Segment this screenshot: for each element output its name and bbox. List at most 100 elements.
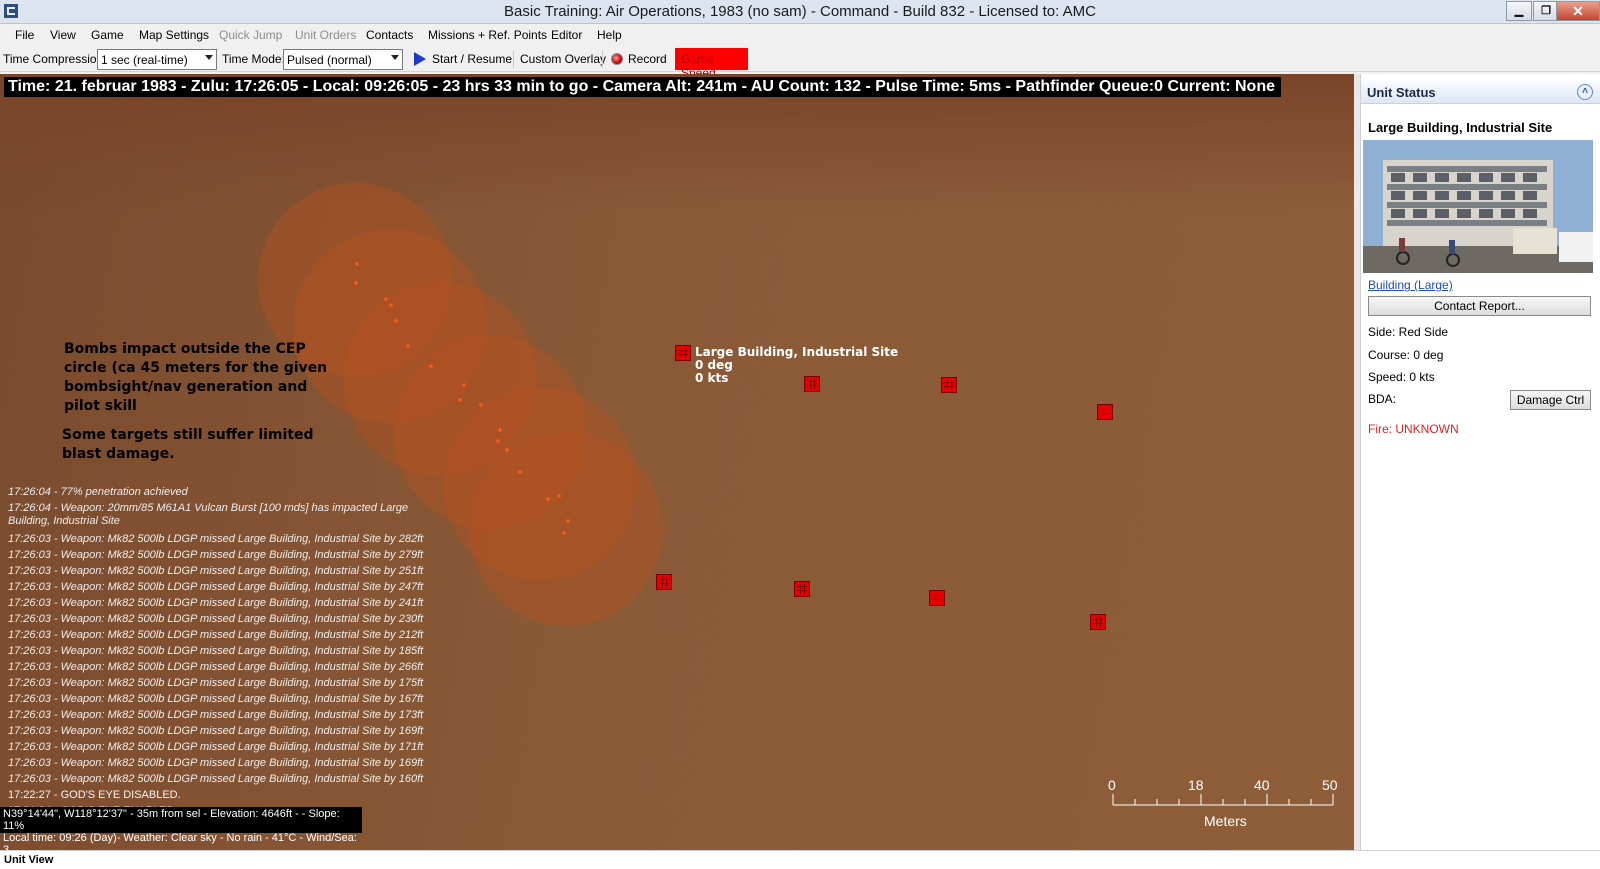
bomb-impact-dot — [557, 494, 561, 498]
cursor-info-box: N39°14'44", W118°12'37" - 35m from sel -… — [0, 807, 362, 850]
log-entry: 17:26:03 - Weapon: Mk82 500lb LDGP misse… — [8, 565, 424, 577]
play-icon[interactable] — [414, 52, 426, 66]
log-entry: 17:26:03 - Weapon: Mk82 500lb LDGP misse… — [8, 709, 424, 721]
cursor-coordinates: N39°14'44", W118°12'37" - 35m from sel -… — [3, 808, 340, 832]
damage-ctrl-button[interactable]: Damage Ctrl — [1510, 390, 1591, 410]
bomb-impact-dot — [546, 497, 550, 501]
annotation-line: bombsight/nav generation and — [64, 379, 308, 395]
bomb-impact-dot — [355, 262, 359, 266]
bomb-impact-dot — [496, 439, 500, 443]
menu-game[interactable]: Game — [91, 28, 124, 42]
time-compression-select[interactable]: 1 sec (real-time) — [97, 49, 217, 70]
time-mode-select[interactable]: Pulsed (normal) — [283, 49, 403, 70]
log-entry: 17:26:03 - Weapon: Mk82 500lb LDGP misse… — [8, 597, 424, 609]
menu-quick-jump[interactable]: Quick Jump — [219, 28, 282, 42]
contact-report-button[interactable]: Contact Report... — [1368, 296, 1591, 316]
log-entry: 17:26:03 - Weapon: Mk82 500lb LDGP misse… — [8, 757, 424, 769]
target-building[interactable] — [656, 574, 672, 590]
log-entry: 17:26:04 - Weapon: 20mm/85 M61A1 Vulcan … — [8, 502, 409, 527]
unit-map-label: Large Building, Industrial Site 0 deg 0 … — [695, 346, 898, 385]
unit-label-speed: 0 kts — [695, 371, 729, 385]
menu-file[interactable]: File — [15, 28, 34, 42]
chevron-down-icon — [391, 55, 399, 60]
unit-photo — [1363, 140, 1593, 273]
unit-bda: BDA: — [1368, 392, 1397, 406]
unit-fire-status: Fire: UNKNOWN — [1368, 422, 1459, 436]
menu-help[interactable]: Help — [597, 28, 622, 42]
annotation-line: blast damage. — [62, 446, 175, 462]
record-button[interactable]: Record — [628, 52, 667, 66]
menu-view[interactable]: View — [50, 28, 76, 42]
window-title: Basic Training: Air Operations, 1983 (no… — [504, 3, 1096, 20]
menu-unit-orders[interactable]: Unit Orders — [295, 28, 356, 42]
chevron-down-icon — [205, 55, 213, 60]
title-bar: Basic Training: Air Operations, 1983 (no… — [0, 0, 1600, 24]
time-mode-value: Pulsed (normal) — [287, 53, 372, 67]
bomb-impact-dot — [479, 403, 483, 407]
unit-view-bar: Unit View — [0, 850, 1600, 869]
target-building-selected[interactable] — [675, 345, 691, 361]
bomb-impact-dot — [384, 297, 388, 301]
menu-editor[interactable]: Editor — [551, 28, 582, 42]
unit-view-label[interactable]: Unit View — [4, 854, 53, 866]
log-entry: 17:26:03 - Weapon: Mk82 500lb LDGP misse… — [8, 741, 424, 753]
log-entry: 17:26:04 - 77% penetration achieved — [8, 486, 188, 498]
bomb-impact-dot — [462, 383, 466, 387]
map-scale-bar: 0 18 40 50 Meters — [1108, 777, 1342, 833]
target-building[interactable] — [794, 581, 810, 597]
chevron-up-icon[interactable]: ˄ — [1577, 84, 1593, 100]
bomb-impact-dot — [429, 364, 433, 368]
log-entry: 17:26:03 - Weapon: Mk82 500lb LDGP misse… — [8, 533, 424, 545]
bomb-impact-dot — [562, 531, 566, 535]
scale-unit-label: Meters — [1204, 813, 1247, 829]
cursor-weather: Local time: 09:26 (Day)- Weather: Clear … — [3, 832, 357, 850]
target-building[interactable] — [929, 590, 945, 606]
unit-type-link[interactable]: Building (Large) — [1368, 278, 1453, 292]
bomb-impact-dot — [354, 281, 358, 285]
unit-name: Large Building, Industrial Site — [1368, 120, 1553, 135]
message-log: 17:26:04 - 77% penetration achieved 17:2… — [8, 486, 448, 819]
log-entry: 17:26:03 - Weapon: Mk82 500lb LDGP misse… — [8, 661, 424, 673]
start-resume-button[interactable]: Start / Resume — [432, 52, 512, 66]
target-building[interactable] — [1090, 614, 1106, 630]
annotation-line: pilot skill — [64, 398, 137, 414]
minimize-button[interactable]: ▁ — [1506, 1, 1532, 21]
game-speed-button[interactable]: Game Speed — [675, 48, 748, 80]
bomb-impact-dot — [389, 303, 393, 307]
log-entry: 17:26:03 - Weapon: Mk82 500lb LDGP misse… — [8, 693, 424, 705]
bomb-impact-dot — [498, 428, 502, 432]
annotation-line: Bombs impact outside the CEP — [64, 341, 306, 357]
toolbar-divider — [513, 50, 514, 68]
custom-overlay-button[interactable]: Custom Overlay — [520, 52, 606, 66]
toolbar: Time Compression: 1 sec (real-time) Time… — [0, 46, 1600, 80]
unit-status-title: Unit Status — [1367, 85, 1436, 100]
bomb-impact-dot — [566, 519, 570, 523]
time-mode-label: Time Mode: — [222, 52, 285, 66]
scale-ruler — [1112, 794, 1334, 806]
log-entry: 17:26:03 - Weapon: Mk82 500lb LDGP misse… — [8, 677, 424, 689]
menu-contacts[interactable]: Contacts — [366, 28, 413, 42]
menu-map-settings[interactable]: Map Settings — [139, 28, 209, 42]
log-entry: 17:26:03 - Weapon: Mk82 500lb LDGP misse… — [8, 645, 424, 657]
log-entry: 17:26:03 - Weapon: Mk82 500lb LDGP misse… — [8, 581, 424, 593]
menu-missions[interactable]: Missions + Ref. Points — [428, 28, 547, 42]
unit-speed: Speed: 0 kts — [1368, 370, 1435, 384]
toolbar-divider — [602, 50, 603, 68]
unit-status-panel: Unit Status ˄ Large Building, Industrial… — [1360, 74, 1600, 850]
log-entry: 17:26:03 - Weapon: Mk82 500lb LDGP misse… — [8, 629, 424, 641]
log-entry: 17:26:03 - Weapon: Mk82 500lb LDGP misse… — [8, 613, 424, 625]
close-button[interactable]: ✕ — [1556, 1, 1600, 21]
bomb-impact-dot — [518, 470, 522, 474]
log-entry: 17:26:03 - Weapon: Mk82 500lb LDGP misse… — [8, 725, 424, 737]
cep-circle — [469, 432, 663, 626]
bomb-impact-dot — [458, 398, 462, 402]
target-building[interactable] — [1097, 404, 1113, 420]
log-entry: 17:26:03 - Weapon: Mk82 500lb LDGP misse… — [8, 773, 424, 785]
unit-side: Side: Red Side — [1368, 325, 1449, 339]
unit-status-header: Unit Status ˄ — [1361, 80, 1600, 104]
tactical-map[interactable]: Time: 21. februar 1983 - Zulu: 17:26:05 … — [0, 74, 1354, 850]
bomb-impact-dot — [406, 344, 410, 348]
record-icon[interactable] — [611, 53, 623, 65]
menu-bar: File View Game Map Settings Quick Jump U… — [0, 25, 1600, 45]
target-building[interactable] — [941, 377, 957, 393]
